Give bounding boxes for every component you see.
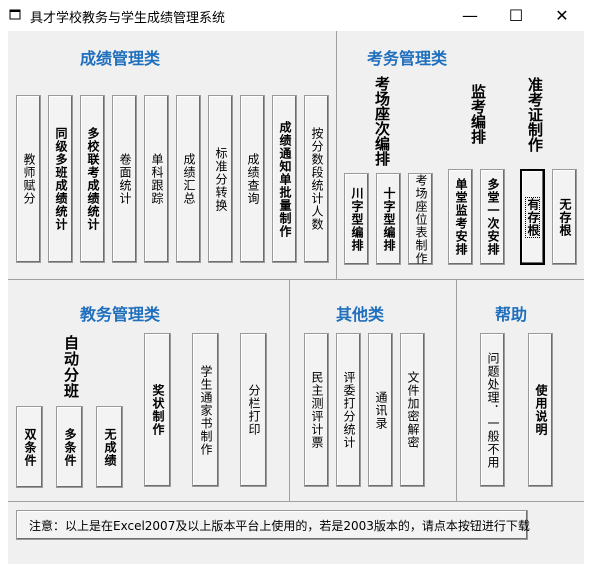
democratic-vote-button[interactable]: 民主测评计票 (304, 333, 329, 487)
troubleshoot-button[interactable]: 问题处理．一般不用 (480, 333, 505, 487)
proctor-arrangement-label: 监考编排 (469, 84, 487, 144)
minimize-icon: — (462, 5, 478, 25)
multi-school-stats-button[interactable]: 多校联考成绩统计 (80, 95, 105, 263)
divider (8, 501, 584, 502)
admission-ticket-label: 准考证制作 (526, 77, 544, 152)
report-card-button[interactable]: 成绩通知单批量制作 (272, 95, 297, 263)
judge-score-button[interactable]: 评委打分统计 (336, 333, 361, 487)
cross-layout-button[interactable]: 十字型编排 (376, 173, 401, 265)
user-guide-button[interactable]: 使用说明 (528, 333, 553, 487)
minimize-button[interactable]: — (447, 0, 493, 30)
without-stub-button[interactable]: 无存根 (552, 169, 577, 265)
paper-stats-button[interactable]: 卷面统计 (112, 95, 137, 263)
subject-tracking-button[interactable]: 单科跟踪 (144, 95, 169, 263)
auto-class-label: 自动分班 (64, 334, 80, 400)
teacher-score-button[interactable]: 教师赋分 (16, 95, 41, 263)
score-summary-button[interactable]: 成绩汇总 (176, 95, 201, 263)
title-bar: 具才学校教务与学生成绩管理系统 — ☐ ✕ (0, 0, 593, 30)
no-score-button[interactable]: 无成绩 (96, 406, 123, 488)
divider (336, 31, 337, 279)
parent-letter-button[interactable]: 学生通家书制作 (192, 333, 219, 487)
close-button[interactable]: ✕ (539, 0, 585, 30)
score-range-button[interactable]: 按分数段统计人数 (304, 95, 329, 263)
maximize-button[interactable]: ☐ (493, 0, 539, 30)
chuan-layout-button[interactable]: 川字型编排 (344, 173, 369, 265)
section-title-others: 其他类 (336, 305, 385, 324)
download-2003-version-button[interactable]: 注意：以上是在Excel2007及以上版本平台上使用的，若是2003版本的，请点… (16, 510, 530, 540)
with-stub-button[interactable]: 有存根 (520, 169, 545, 265)
divider (456, 279, 457, 501)
two-condition-button[interactable]: 双条件 (16, 406, 43, 488)
single-session-proctor-button[interactable]: 单堂监考安排 (448, 169, 473, 265)
divider (8, 279, 584, 280)
seat-arrangement-label: 考场座次编排 (373, 76, 391, 166)
section-title-exam: 考务管理类 (367, 49, 448, 68)
standard-score-button[interactable]: 标准分转换 (208, 95, 233, 263)
section-title-affairs: 教务管理类 (80, 305, 161, 324)
seat-chart-button[interactable]: 考场座位表制作 (408, 173, 433, 265)
address-book-button[interactable]: 通讯录 (368, 333, 393, 487)
main-form: 成绩管理类 教师赋分 同级多班成绩统计 多校联考成绩统计 卷面统计 单科跟踪 成… (8, 31, 584, 564)
window-title: 具才学校教务与学生成绩管理系统 (30, 11, 226, 26)
file-encrypt-button[interactable]: 文件加密解密 (400, 333, 425, 487)
certificate-button[interactable]: 奖状制作 (144, 333, 171, 487)
section-title-grades: 成绩管理类 (80, 49, 161, 68)
section-title-help: 帮助 (495, 305, 528, 324)
close-icon: ✕ (555, 5, 569, 25)
score-query-button[interactable]: 成绩查询 (240, 95, 265, 263)
same-grade-stats-button[interactable]: 同级多班成绩统计 (48, 95, 73, 263)
app-icon (9, 9, 21, 20)
divider (289, 279, 290, 501)
column-print-button[interactable]: 分栏打印 (240, 333, 267, 487)
multi-condition-button[interactable]: 多条件 (56, 406, 83, 488)
maximize-icon: ☐ (508, 5, 524, 25)
multi-session-proctor-button[interactable]: 多堂一次安排 (480, 169, 505, 265)
